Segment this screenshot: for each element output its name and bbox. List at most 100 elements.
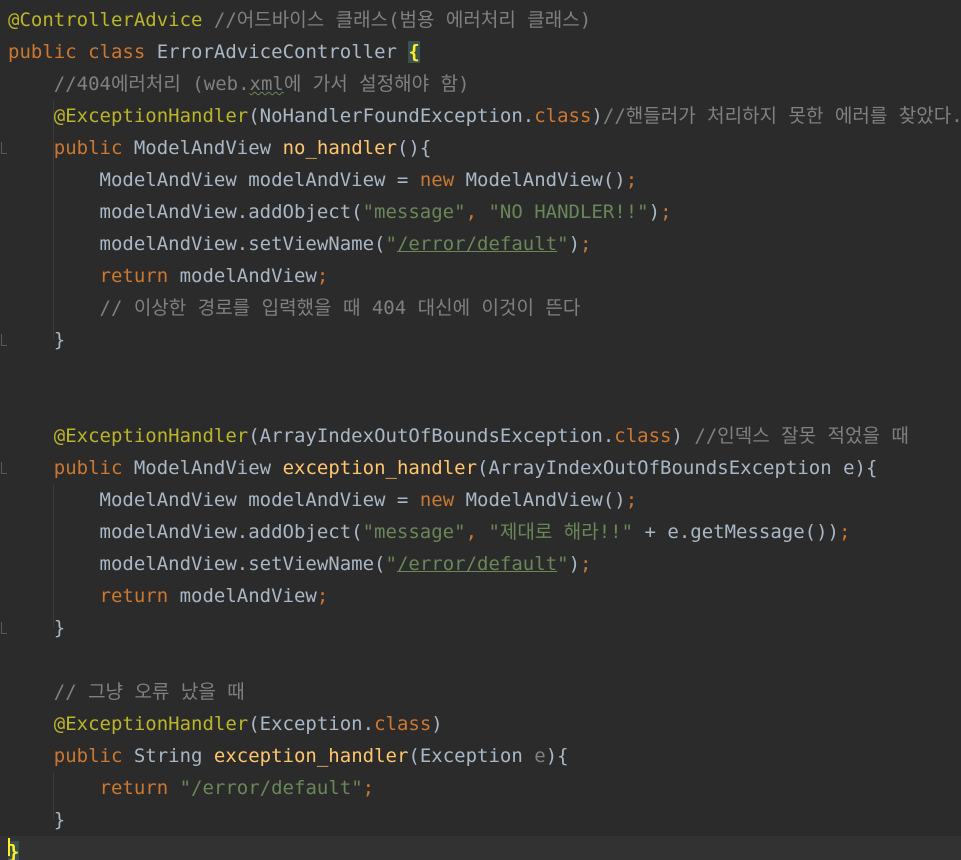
code-token: ) <box>671 425 695 447</box>
code-token: ModelAndView <box>122 137 283 159</box>
code-line[interactable] <box>0 388 961 420</box>
code-token: ; <box>316 265 329 287</box>
code-token: } <box>8 329 66 351</box>
code-token: ; <box>625 489 638 511</box>
code-line[interactable]: // 이상한 경로를 입력했을 때 404 대신에 이것이 뜬다 <box>0 292 961 324</box>
code-line[interactable]: public ModelAndView exception_handler(Ar… <box>0 452 961 484</box>
code-token: public <box>53 137 123 159</box>
code-token: { <box>408 41 420 63</box>
code-token: public <box>8 41 77 63</box>
text-caret <box>8 838 10 856</box>
code-line[interactable]: @ExceptionHandler(NoHandlerFoundExceptio… <box>0 100 961 132</box>
code-token: (NoHandlerFoundException. <box>248 105 535 127</box>
code-token: new <box>419 169 455 191</box>
code-token: exception_handler <box>213 745 409 767</box>
code-token: ModelAndView modelAndView = <box>8 169 420 191</box>
code-line[interactable]: modelAndView.setViewName("/error/default… <box>0 548 961 580</box>
code-line[interactable]: // 그냥 오류 났을 때 <box>0 676 961 708</box>
code-token: new <box>419 489 455 511</box>
code-token: ) <box>648 201 661 223</box>
code-token: "message" <box>362 201 466 223</box>
code-token: //핸들러가 처리하지 못한 에러를 찾았다. <box>602 105 961 127</box>
code-token: @ExceptionHandler <box>53 713 249 735</box>
code-line[interactable]: } <box>0 324 961 356</box>
code-token: (Exception. <box>248 713 375 735</box>
code-line[interactable]: modelAndView.addObject("message", "NO HA… <box>0 196 961 228</box>
code-line[interactable]: public String exception_handler(Exceptio… <box>0 740 961 772</box>
code-token: @ControllerAdvice <box>8 9 203 31</box>
code-line[interactable]: } <box>0 804 961 836</box>
code-line[interactable]: return modelAndView; <box>0 580 961 612</box>
code-token: //인덱스 잘못 적었을 때 <box>694 425 909 447</box>
code-line[interactable]: @ExceptionHandler(ArrayIndexOutOfBoundsE… <box>0 420 961 452</box>
code-line[interactable]: @ExceptionHandler(Exception.class) <box>0 708 961 740</box>
code-token: ; <box>362 777 375 799</box>
code-line[interactable]: ModelAndView modelAndView = new ModelAnd… <box>0 484 961 516</box>
code-line[interactable]: modelAndView.addObject("message", "제대로 해… <box>0 516 961 548</box>
code-token: modelAndView <box>168 265 317 287</box>
code-token: // 그냥 오류 났을 때 <box>8 681 245 703</box>
code-line[interactable]: public class ErrorAdviceController { <box>0 36 961 68</box>
code-token: } <box>8 809 66 831</box>
code-token: ModelAndView() <box>454 489 626 511</box>
code-token: return <box>99 265 169 287</box>
code-line[interactable]: modelAndView.setViewName("/error/default… <box>0 228 961 260</box>
code-token: "/error/default" <box>179 777 363 799</box>
code-token: "제대로 해라!!" <box>488 521 634 543</box>
code-token: exception_handler <box>282 457 478 479</box>
code-token: ModelAndView modelAndView = <box>8 489 420 511</box>
code-token: class <box>88 41 146 63</box>
code-token: /error/default <box>396 233 558 255</box>
code-token: ErrorAdviceController <box>145 41 409 63</box>
code-token: " <box>385 233 397 255</box>
code-token: " <box>557 233 569 255</box>
code-token: (ArrayIndexOutOfBoundsException e){ <box>477 457 878 479</box>
code-token: ; <box>580 233 592 255</box>
code-token: class <box>374 713 432 735</box>
code-token: e <box>534 745 546 767</box>
code-line[interactable]: } <box>0 612 961 644</box>
code-line[interactable]: } <box>0 836 961 860</box>
code-token: , <box>465 201 489 223</box>
code-line[interactable] <box>0 644 961 676</box>
code-line[interactable]: return "/error/default"; <box>0 772 961 804</box>
code-token: String <box>122 745 214 767</box>
code-token: "NO HANDLER!!" <box>488 201 649 223</box>
code-token: + e.getMessage()) <box>633 521 839 543</box>
code-line[interactable]: ModelAndView modelAndView = new ModelAnd… <box>0 164 961 196</box>
code-token: modelAndView.setViewName( <box>8 553 386 575</box>
code-token: (ArrayIndexOutOfBoundsException. <box>248 425 615 447</box>
code-line[interactable]: @ControllerAdvice //어드바이스 클래스(범용 에러처리 클래… <box>0 4 961 36</box>
code-token: "message" <box>362 521 466 543</box>
code-line[interactable]: return modelAndView; <box>0 260 961 292</box>
code-token: /error/default <box>396 553 558 575</box>
code-token: " <box>385 553 397 575</box>
code-token: } <box>8 617 66 639</box>
code-token: ; <box>838 521 851 543</box>
code-token: ; <box>316 585 329 607</box>
code-token: (){ <box>396 137 432 159</box>
code-token: public <box>53 745 123 767</box>
code-editor[interactable]: @ControllerAdvice //어드바이스 클래스(범용 에러처리 클래… <box>0 0 961 860</box>
code-token: ModelAndView <box>122 457 283 479</box>
code-token: modelAndView <box>168 585 317 607</box>
code-token: //어드바이스 클래스(범용 에러처리 클래스) <box>213 9 592 31</box>
code-line[interactable]: public ModelAndView no_handler(){ <box>0 132 961 164</box>
code-token: @ExceptionHandler <box>53 425 249 447</box>
code-line[interactable]: //404에러처리 (web.xml에 가서 설정해야 함) <box>0 68 961 100</box>
code-token: , <box>465 521 489 543</box>
code-line[interactable] <box>0 356 961 388</box>
code-token: ) <box>431 713 443 735</box>
